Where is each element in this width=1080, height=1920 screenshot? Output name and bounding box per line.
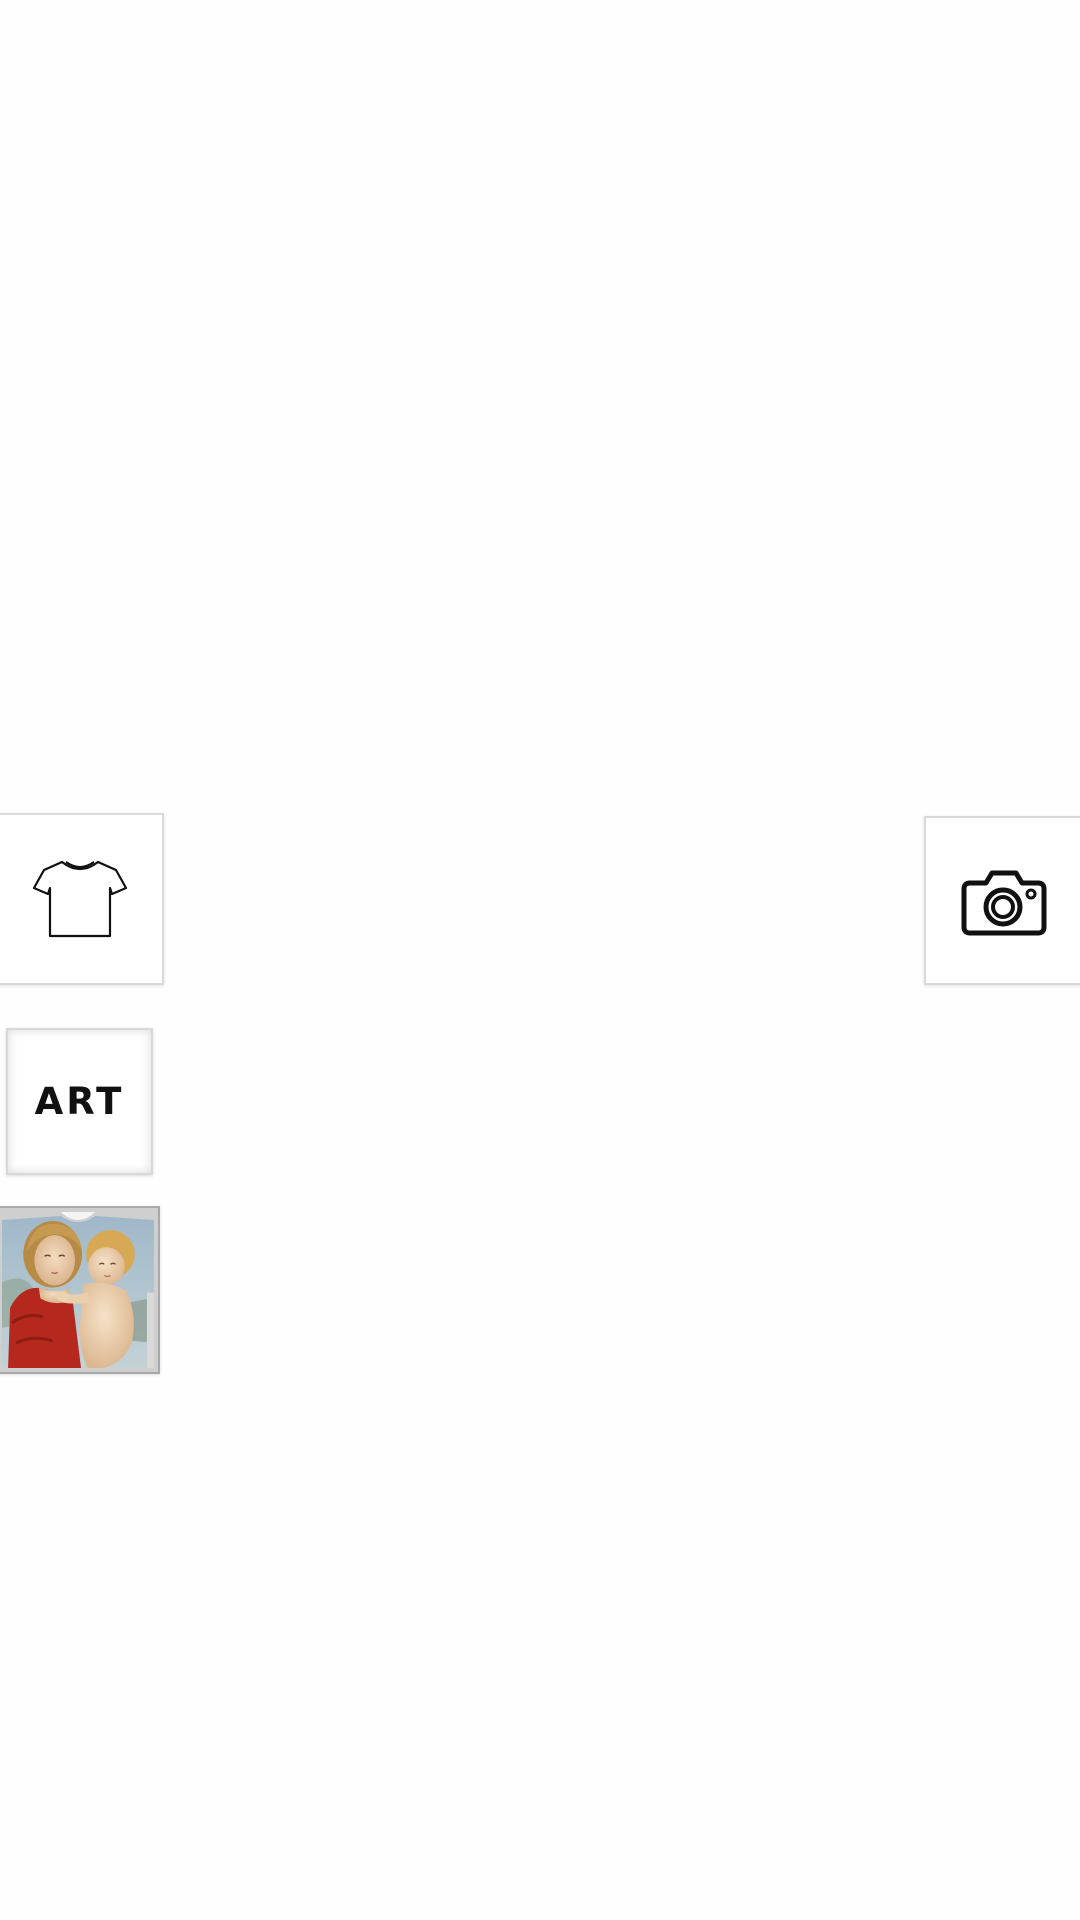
art-tool-button[interactable]: ART <box>6 1028 153 1175</box>
camera-icon <box>960 865 1048 937</box>
t-shirt-icon <box>30 854 130 944</box>
camera-tool-button[interactable] <box>924 816 1080 985</box>
art-label: ART <box>34 1080 125 1123</box>
artwork-preview-thumbnail <box>2 1212 154 1368</box>
artwork-preview-button[interactable] <box>0 1206 160 1374</box>
shirt-tool-button[interactable] <box>0 813 164 985</box>
